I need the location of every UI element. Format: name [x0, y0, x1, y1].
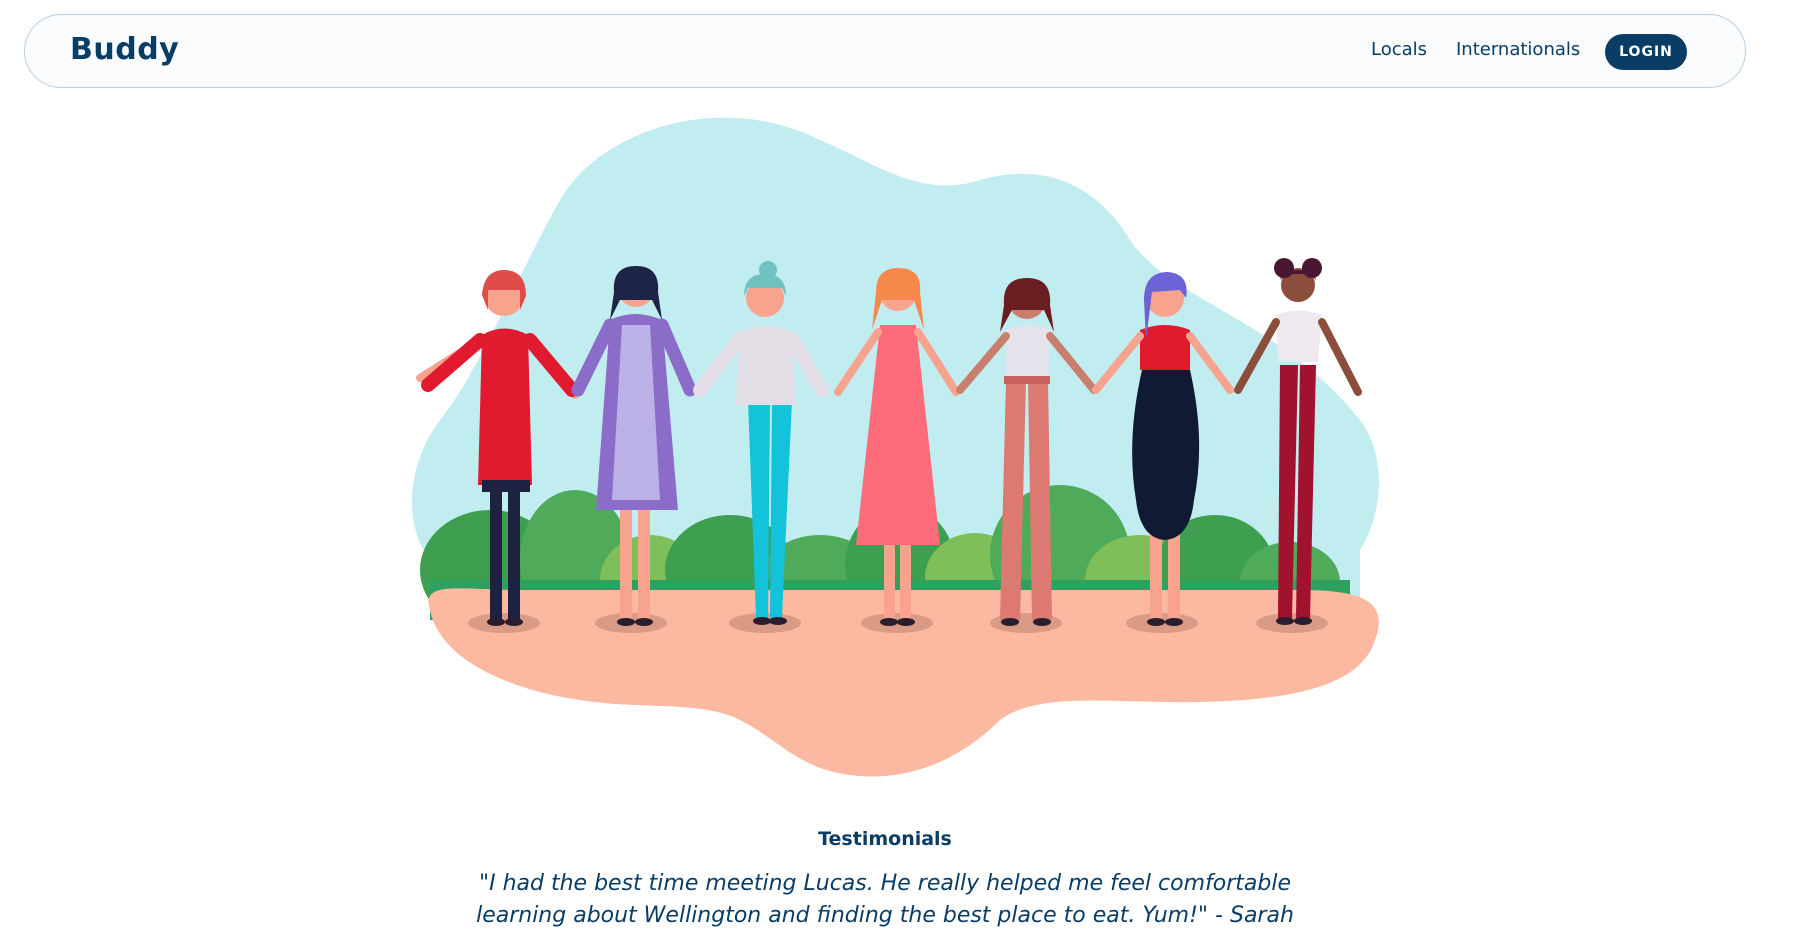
navbar: Buddy Locals Internationals LOGIN: [24, 14, 1746, 88]
brand-logo[interactable]: Buddy: [70, 32, 179, 67]
page: Buddy Locals Internationals LOGIN Testim…: [0, 0, 1815, 929]
testimonial-quote: "I had the best time meeting Lucas. He r…: [476, 871, 1294, 928]
friends-holding-hands-illustration: [411, 117, 1379, 777]
nav-link-locals[interactable]: Locals: [1371, 39, 1427, 60]
login-button[interactable]: LOGIN: [1605, 34, 1687, 70]
nav-link-internationals[interactable]: Internationals: [1456, 39, 1580, 60]
hero-illustration: [400, 100, 1380, 800]
testimonials-heading: Testimonials: [818, 828, 952, 850]
